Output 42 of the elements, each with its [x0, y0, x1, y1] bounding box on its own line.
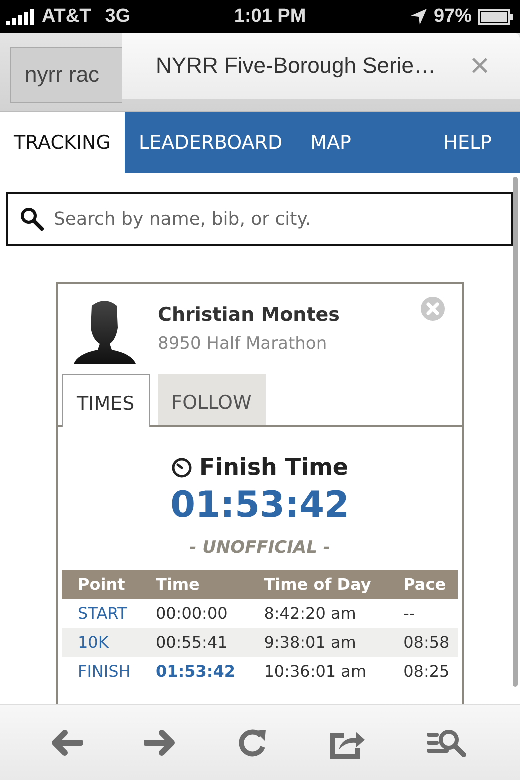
table-cell: 08:25 [388, 657, 458, 686]
clock: 1:01 PM [233, 6, 308, 28]
location-arrow-icon [410, 8, 428, 26]
table-cell: -- [388, 599, 458, 628]
card-tab[interactable]: FOLLOW [158, 374, 266, 425]
split-point-link[interactable]: 10K [62, 628, 140, 657]
column-header: Pace [388, 570, 458, 599]
finish-time: 01:53:42 [169, 485, 351, 526]
table-cell: 10:36:01 am [248, 657, 388, 686]
browser-tab[interactable]: nyrr rac [10, 47, 122, 103]
split-point-link[interactable]: FINISH [62, 657, 140, 686]
nav-tab[interactable]: TRACKING [0, 112, 125, 173]
table-cell: 8:42:20 am [248, 599, 388, 628]
column-header: Point [62, 570, 140, 599]
carrier-name: AT&T [42, 6, 92, 28]
nav-tab[interactable]: HELP [430, 112, 520, 173]
reload-button[interactable] [236, 726, 269, 758]
table-cell: 9:38:01 am [248, 628, 388, 657]
table-cell: 00:00:00 [140, 599, 248, 628]
finish-title: Finish Time [199, 455, 349, 481]
back-button[interactable] [50, 728, 83, 756]
network-type: 3G [105, 6, 131, 28]
card-tab[interactable]: TIMES [62, 374, 150, 427]
browser-tab[interactable]: NYRR Five-Borough Serie… × [122, 33, 520, 99]
nav-tab[interactable]: LEADERBOARD [125, 112, 297, 173]
runner-name: Christian Montes [158, 304, 340, 326]
battery-percent: 97% [434, 6, 472, 28]
table-cell: 00:55:41 [140, 628, 248, 657]
runner-detail: 8950 Half Marathon [158, 334, 328, 354]
column-header: Time of Day [248, 570, 388, 599]
stopwatch-icon [171, 457, 194, 479]
nav-tab[interactable]: MAP [296, 112, 366, 173]
forward-button[interactable] [144, 728, 176, 756]
table-cell: 08:58 [388, 628, 458, 657]
column-header: Time [140, 570, 248, 599]
result-status: - UNOFFICIAL - [188, 538, 332, 558]
battery-icon [478, 8, 514, 24]
signal-icon [6, 8, 36, 24]
search-field[interactable]: Search by name, bib, or city. [6, 192, 513, 246]
avatar-silhouette-icon [72, 298, 138, 364]
table-cell: 01:53:42 [140, 657, 248, 686]
split-point-link[interactable]: START [62, 599, 140, 628]
